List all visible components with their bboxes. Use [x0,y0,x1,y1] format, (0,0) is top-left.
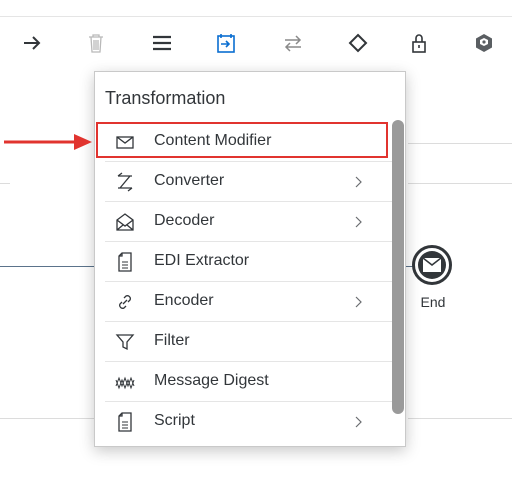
exchange-icon[interactable] [279,29,307,57]
menu-item-converter[interactable]: Converter [95,162,393,202]
chevron-right-icon [351,292,367,312]
pointer-arrow-annotation [4,134,92,150]
diamond-icon[interactable] [344,29,372,57]
transformation-icon[interactable] [212,29,240,57]
end-envelope-icon [418,251,446,279]
open-envelope-icon [115,212,135,232]
chevron-right-icon [351,412,367,432]
palette-toolbar [0,16,512,69]
zigzag-icon [115,372,135,392]
menu-item-encoder[interactable]: Encoder [95,282,393,322]
trash-icon[interactable] [82,29,110,57]
converter-icon [115,172,135,192]
menu-item-label: Message Digest [154,372,269,389]
envelope-icon [115,132,135,152]
menu-title: Transformation [105,88,226,108]
chevron-right-icon [351,172,367,192]
cube-icon[interactable] [470,29,498,57]
end-event[interactable] [412,245,452,285]
link-icon [115,292,135,312]
filter-icon [115,332,135,352]
menu-item-label: EDI Extractor [154,252,250,269]
toolbar-top-strip [0,0,512,16]
pool-border [408,183,512,184]
sequence-flow[interactable] [0,266,96,267]
end-event-label: End [420,294,446,310]
menu-lines-icon[interactable] [148,29,176,57]
transformation-menu: Transformation Content Modifier Converte… [94,71,406,447]
script-document-icon [115,412,135,432]
menu-item-message-digest[interactable]: Message Digest [95,362,393,402]
pool-border [408,418,512,419]
menu-item-edi-extractor[interactable]: EDI Extractor [95,242,393,282]
menu-scrollbar[interactable] [392,120,404,414]
arrow-right-icon[interactable] [18,29,46,57]
menu-item-label: Encoder [154,292,214,309]
pool-border [408,143,512,144]
menu-item-script[interactable]: Script [95,402,393,442]
menu-item-content-modifier[interactable]: Content Modifier [95,122,393,162]
menu-item-label: Filter [154,332,190,349]
lock-icon[interactable] [405,29,433,57]
menu-item-filter[interactable]: Filter [95,322,393,362]
menu-item-label: Converter [154,172,225,189]
menu-item-label: Script [154,412,195,429]
document-icon [115,252,135,272]
chevron-right-icon [351,212,367,232]
blank-overlay [10,160,94,200]
menu-item-label: Decoder [154,212,215,229]
pool-border [0,418,94,419]
menu-item-decoder[interactable]: Decoder [95,202,393,242]
menu-item-label: Content Modifier [154,132,272,149]
